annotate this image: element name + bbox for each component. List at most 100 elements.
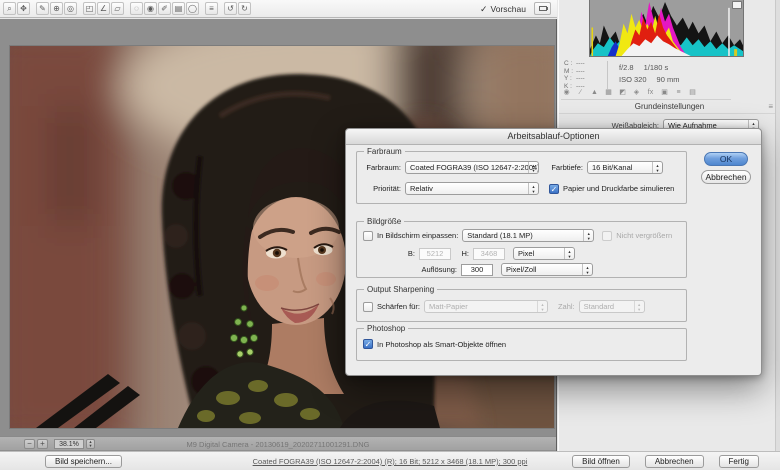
canvas-status-bar: M9 Digital Camera - 20130619_20202711001…: [0, 436, 556, 450]
ok-button[interactable]: OK: [704, 152, 748, 166]
check-icon: ✓: [551, 185, 558, 194]
sharpen-amount-select: Standard ▴ ▾: [579, 300, 645, 313]
smart-objects-checkbox[interactable]: ✓: [363, 339, 373, 349]
panel-section-title: Grundeinstellungen: [559, 101, 780, 114]
cmyk-value: ----: [576, 75, 585, 83]
sharpen-for-checkbox[interactable]: [363, 302, 373, 312]
white-balance-tool[interactable]: ✎: [36, 2, 49, 15]
color-space-select[interactable]: Coated FOGRA39 (ISO 12647-2:2004) ▴ ▾: [405, 161, 539, 174]
tab-basic[interactable]: ◉: [561, 88, 572, 97]
red-eye-tool[interactable]: ◉: [144, 2, 157, 15]
targeted-adjustment-tool[interactable]: ◎: [64, 2, 77, 15]
done-button[interactable]: Fertig: [719, 455, 759, 468]
bit-depth-label: Farbtiefe:: [539, 163, 583, 172]
fullscreen-toggle-button[interactable]: [534, 2, 551, 15]
crop-tool[interactable]: ◰: [83, 2, 96, 15]
rendering-intent-label: Priorität:: [363, 184, 401, 193]
photoshop-legend: Photoshop: [364, 324, 408, 333]
highlight-clipping-indicator[interactable]: [732, 1, 742, 9]
bit-depth-select[interactable]: 16 Bit/Kanal ▴ ▾: [587, 161, 663, 174]
simulate-paper-ink-label: Papier und Druckfarbe simulieren: [563, 184, 674, 193]
no-enlarge-label: Nicht vergrößern: [616, 231, 672, 240]
smart-objects-label: In Photoshop als Smart-Objekte öffnen: [377, 340, 506, 349]
histogram: [589, 0, 744, 57]
image-size-legend: Bildgröße: [364, 217, 404, 226]
tab-split-toning[interactable]: ◩: [617, 88, 628, 97]
iso-value: ISO 320: [619, 74, 647, 86]
size-preset-select[interactable]: Standard (18.1 MP) ▴ ▾: [462, 229, 594, 242]
preview-label: Vorschau: [491, 4, 526, 14]
adjustment-brush-tool[interactable]: ✐: [158, 2, 171, 15]
sharpen-medium-select: Matt-Papier ▴ ▾: [424, 300, 548, 313]
graduated-filter-tool[interactable]: ▤: [172, 2, 185, 15]
focal-length-value: 90 mm: [657, 74, 680, 86]
preferences-button[interactable]: ≡: [205, 2, 218, 15]
histogram-graph: [590, 0, 743, 56]
size-preset-value: Standard (18.1 MP): [467, 231, 532, 240]
dropdown-stepper-icon: ▴ ▾: [537, 301, 547, 312]
zoom-level-stepper[interactable]: ▴ ▾: [86, 439, 95, 449]
dropdown-stepper-icon: ▴ ▾: [652, 162, 662, 173]
dropdown-stepper-icon: ▴ ▾: [583, 230, 593, 241]
height-label: H:: [459, 249, 469, 258]
dialog-cancel-button[interactable]: Abbrechen: [701, 170, 751, 184]
panel-menu-icon[interactable]: ≡: [768, 101, 773, 113]
resolution-label: Auflösung:: [363, 265, 457, 274]
rotate-left-button[interactable]: ↺: [224, 2, 237, 15]
size-unit-select[interactable]: Pixel ▴ ▾: [513, 247, 575, 260]
radial-filter-tool[interactable]: ◯: [186, 2, 199, 15]
dropdown-stepper-icon: ▴ ▾: [634, 301, 644, 312]
tab-effects[interactable]: fx: [645, 88, 656, 97]
readout-divider: [607, 61, 608, 89]
no-enlarge-checkbox: [602, 231, 612, 241]
cmyk-readout: C :---- M :---- Y :---- K :----: [564, 60, 585, 90]
resolution-input[interactable]: [461, 264, 493, 276]
zoom-out-button[interactable]: −: [24, 439, 35, 449]
zoom-tool[interactable]: ⌕: [3, 2, 16, 15]
simulate-paper-ink-checkbox[interactable]: ✓: [549, 184, 559, 194]
dropdown-stepper-icon: ▴ ▾: [564, 248, 574, 259]
color-space-legend: Farbraum: [364, 147, 405, 156]
photoshop-group: Photoshop ✓ In Photoshop als Smart-Objek…: [356, 328, 687, 361]
tab-snapshots[interactable]: ▤: [687, 88, 698, 97]
sharpen-amount-label: Zahl:: [558, 302, 575, 311]
cmyk-value: ----: [576, 68, 585, 76]
tab-detail[interactable]: ▲: [589, 88, 600, 97]
cancel-button[interactable]: Abbrechen: [645, 455, 704, 468]
color-sampler-tool[interactable]: ⊕: [50, 2, 63, 15]
fit-in-view-label: In Bildschirm einpassen:: [377, 231, 458, 240]
camera-raw-window: ⌕ ✥ ✎ ⊕ ◎ ◰ ∠ ▱ ◌ ◉ ✐ ▤ ◯ ≡ ↺ ↻ ✓ Vorsch…: [0, 0, 780, 470]
shutter-value: 1/180 s: [644, 62, 669, 74]
hand-tool[interactable]: ✥: [17, 2, 30, 15]
rendering-intent-select[interactable]: Relativ ▴ ▾: [405, 182, 539, 195]
tab-tone-curve[interactable]: ∕: [575, 88, 586, 97]
aperture-value: f/2.8: [619, 62, 634, 74]
resolution-unit-select[interactable]: Pixel/Zoll ▴ ▾: [501, 263, 593, 276]
output-sharpening-legend: Output Sharpening: [364, 285, 437, 294]
tool-bar: ⌕ ✥ ✎ ⊕ ◎ ◰ ∠ ▱ ◌ ◉ ✐ ▤ ◯ ≡ ↺ ↻ ✓ Vorsch…: [0, 0, 557, 18]
rotate-right-button[interactable]: ↻: [238, 2, 251, 15]
panel-tab-bar: ◉ ∕ ▲ ▦ ◩ ◈ fx ▣ ≡ ▤: [561, 88, 731, 100]
spot-removal-tool[interactable]: ◌: [130, 2, 143, 15]
dialog-title-bar[interactable]: Arbeitsablauf-Optionen: [346, 129, 761, 145]
color-space-group: Farbraum Farbraum: Coated FOGRA39 (ISO 1…: [356, 151, 687, 204]
open-image-button[interactable]: Bild öffnen: [572, 455, 630, 468]
straighten-tool[interactable]: ∠: [97, 2, 110, 15]
tab-hsl-grayscale[interactable]: ▦: [603, 88, 614, 97]
tab-camera-calibration[interactable]: ▣: [659, 88, 670, 97]
zoom-in-button[interactable]: +: [37, 439, 48, 449]
cmyk-label: M :: [564, 68, 576, 76]
tab-lens-corrections[interactable]: ◈: [631, 88, 642, 97]
zoom-level-field[interactable]: 38.1%: [54, 439, 84, 449]
check-icon: ✓: [365, 340, 372, 349]
tab-presets[interactable]: ≡: [673, 88, 684, 97]
resolution-unit-value: Pixel/Zoll: [506, 265, 536, 274]
cmyk-value: ----: [576, 60, 585, 68]
fit-in-view-checkbox[interactable]: [363, 231, 373, 241]
exposure-info: f/2.8 1/180 s ISO 320 90 mm: [619, 62, 679, 86]
preview-checkbox[interactable]: ✓ Vorschau: [480, 4, 526, 14]
transform-tool[interactable]: ▱: [111, 2, 124, 15]
panel-scrollbar[interactable]: [775, 0, 780, 451]
width-label: B:: [405, 249, 415, 258]
color-space-label: Farbraum:: [363, 163, 401, 172]
